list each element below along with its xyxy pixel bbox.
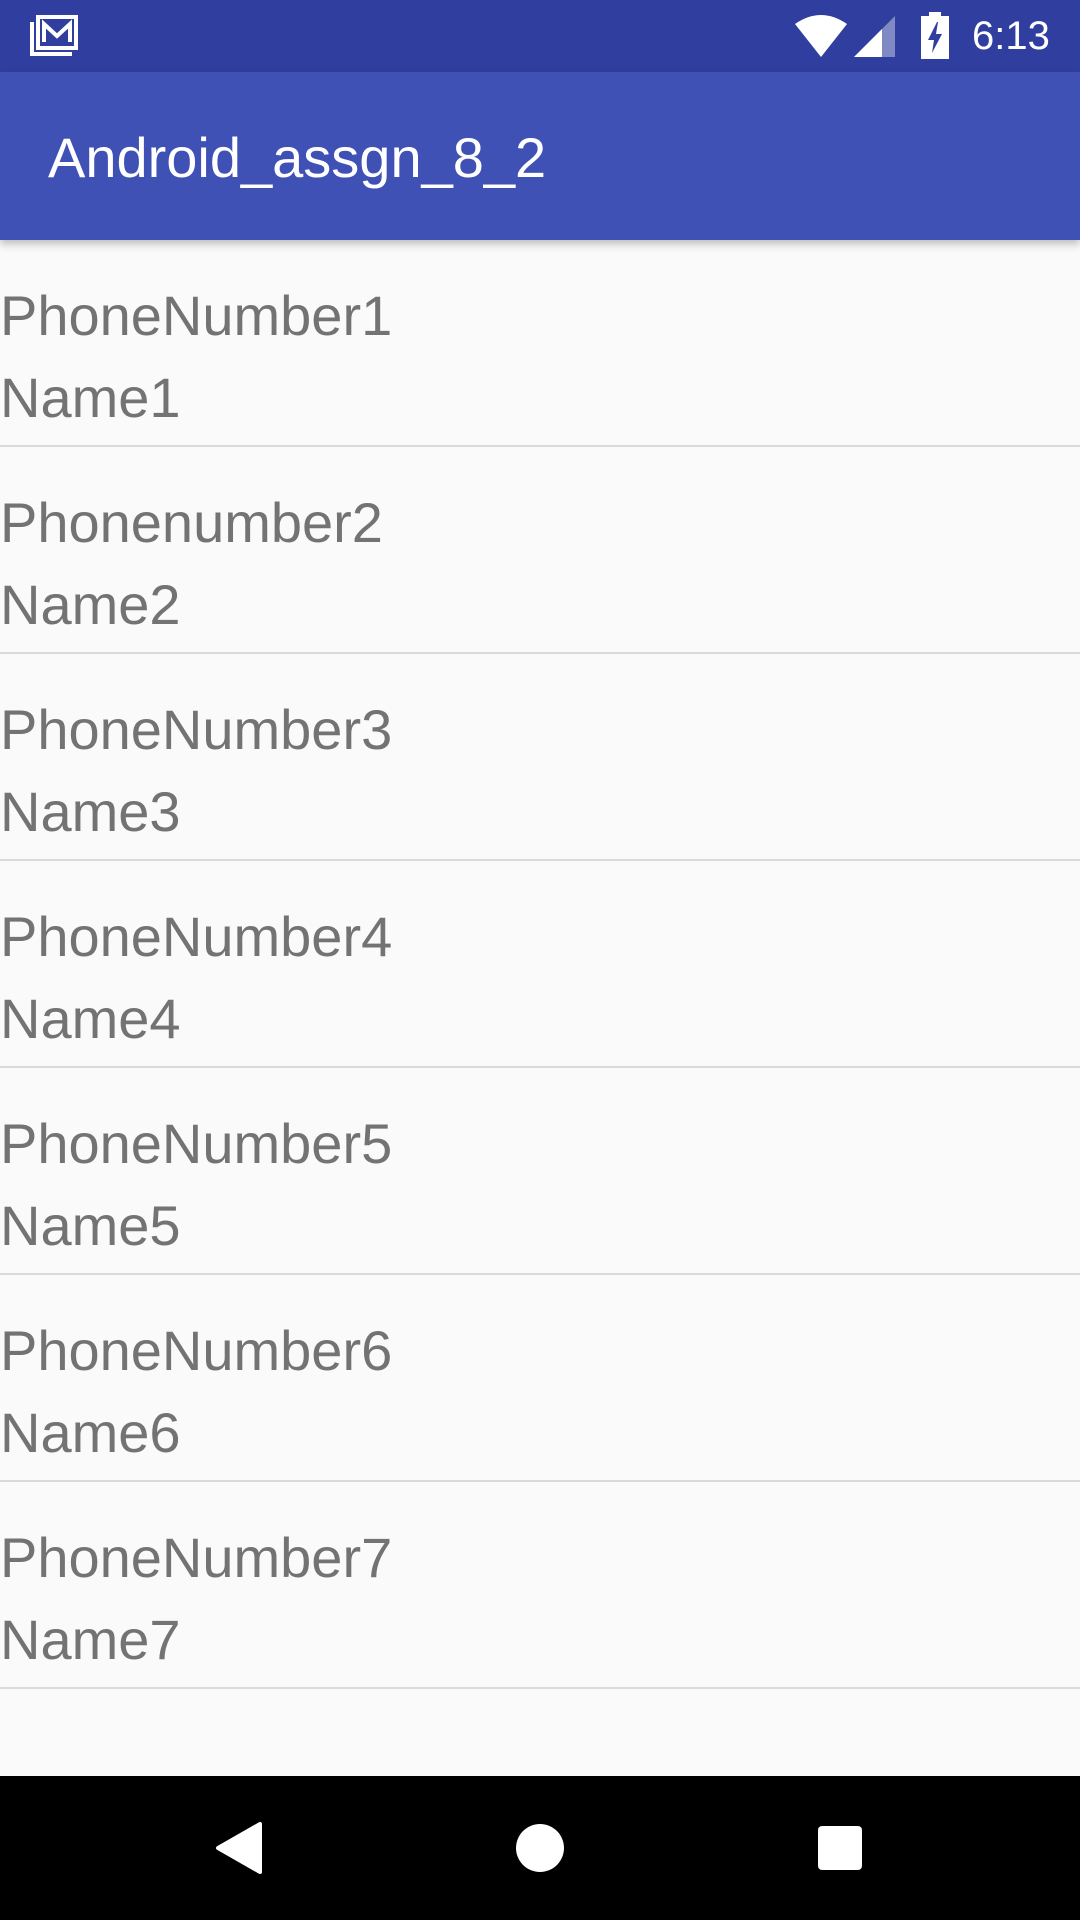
- list-item[interactable]: PhoneNumber3 Name3: [0, 654, 1080, 861]
- app-title: Android_assgn_8_2: [48, 126, 547, 189]
- battery-charging-icon: [921, 12, 949, 59]
- list-item[interactable]: PhoneNumber7 Name7: [0, 1482, 1080, 1689]
- status-bar: 6:13: [0, 0, 1080, 72]
- cellular-signal-icon: [854, 16, 895, 57]
- phone-number: PhoneNumber7: [0, 1526, 393, 1589]
- phone-number: PhoneNumber6: [0, 1319, 393, 1382]
- list-item[interactable]: PhoneNumber4 Name4: [0, 861, 1080, 1068]
- recents-icon[interactable]: [804, 1812, 876, 1884]
- contact-name: Name1: [0, 366, 181, 429]
- list-item[interactable]: Phonenumber2 Name2: [0, 447, 1080, 654]
- list-item[interactable]: PhoneNumber1 Name1: [0, 240, 1080, 447]
- phone-number: Phonenumber2: [0, 491, 383, 554]
- contact-name: Name5: [0, 1194, 181, 1257]
- wifi-icon: [795, 15, 847, 57]
- status-time: 6:13: [972, 14, 1050, 58]
- contact-name: Name7: [0, 1608, 181, 1671]
- contact-name: Name4: [0, 987, 181, 1050]
- contact-name: Name3: [0, 780, 181, 843]
- phone-number: PhoneNumber4: [0, 905, 393, 968]
- list-item[interactable]: PhoneNumber6 Name6: [0, 1275, 1080, 1482]
- phone-number: PhoneNumber3: [0, 698, 393, 761]
- gmail-icon: [30, 15, 78, 56]
- home-icon[interactable]: [504, 1812, 576, 1884]
- navigation-bar: [0, 1776, 1080, 1920]
- app-bar: Android_assgn_8_2: [0, 72, 1080, 240]
- back-icon[interactable]: [204, 1812, 276, 1884]
- list-item[interactable]: PhoneNumber5 Name5: [0, 1068, 1080, 1275]
- contact-list[interactable]: PhoneNumber1 Name1 Phonenumber2 Name2 Ph…: [0, 240, 1080, 1776]
- phone-number: PhoneNumber5: [0, 1112, 393, 1175]
- contact-name: Name6: [0, 1401, 181, 1464]
- phone-number: PhoneNumber1: [0, 284, 393, 347]
- contact-name: Name2: [0, 573, 181, 636]
